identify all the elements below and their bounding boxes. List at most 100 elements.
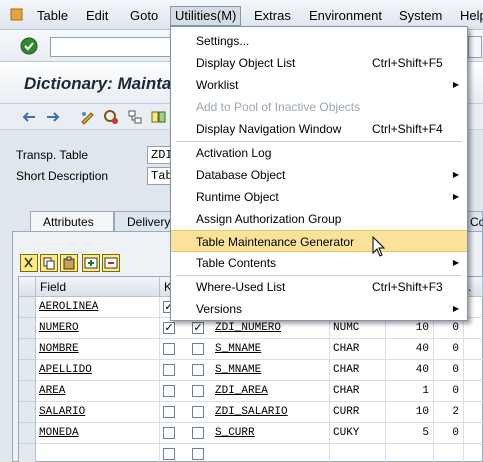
menu-system[interactable]: System: [395, 6, 446, 26]
field-name-cell[interactable]: NOMBRE: [36, 339, 160, 360]
menu-item-where-used-list[interactable]: Where-Used List Ctrl+Shift+F3: [171, 276, 467, 298]
row-selector[interactable]: [19, 297, 36, 318]
menu-table[interactable]: Table: [33, 6, 72, 26]
row-selector[interactable]: [19, 360, 36, 381]
menu-item-activation-log[interactable]: Activation Log: [171, 142, 467, 164]
key-checkbox[interactable]: [163, 448, 175, 460]
paste-row-icon[interactable]: [60, 254, 78, 272]
length-cell[interactable]: 40: [386, 339, 434, 360]
data-element-cell[interactable]: S_MNAME: [212, 339, 330, 360]
key-checkbox[interactable]: [163, 385, 175, 397]
field-name-cell[interactable]: NUMERO: [36, 318, 160, 339]
length-cell-text: 1: [422, 385, 429, 397]
data-type-cell[interactable]: CHAR: [330, 381, 386, 402]
initial-values-checkbox[interactable]: ✓: [192, 322, 204, 334]
key-checkbox[interactable]: [163, 343, 175, 355]
menu-goto[interactable]: Goto: [126, 6, 162, 26]
row-selector[interactable]: [19, 444, 36, 462]
decimals-cell[interactable]: 0: [434, 423, 464, 444]
row-selector[interactable]: [19, 339, 36, 360]
length-cell[interactable]: 40: [386, 360, 434, 381]
forward-arrow-icon[interactable]: [44, 108, 62, 126]
menu-item-worklist[interactable]: Worklist ▶: [171, 74, 467, 96]
length-cell[interactable]: 10: [386, 402, 434, 423]
length-cell[interactable]: 10: [386, 318, 434, 339]
enter-check-icon[interactable]: [18, 35, 40, 57]
menu-item-assign-authorization-group[interactable]: Assign Authorization Group: [171, 208, 467, 230]
key-checkbox[interactable]: ✓: [163, 322, 175, 334]
toolbar-right-button[interactable]: [468, 36, 482, 58]
data-type-cell[interactable]: [330, 444, 386, 462]
window-menu-icon[interactable]: [0, 0, 30, 30]
insert-row-icon[interactable]: [82, 254, 100, 272]
initial-values-checkbox[interactable]: [192, 364, 204, 376]
change-display-icon[interactable]: [78, 108, 96, 126]
data-type-cell[interactable]: CURR: [330, 402, 386, 423]
decimals-cell[interactable]: 0: [434, 339, 464, 360]
data-element-cell[interactable]: [212, 444, 330, 462]
initial-values-checkbox[interactable]: [192, 343, 204, 355]
field-name-cell[interactable]: AEROLINEA: [36, 297, 160, 318]
length-cell[interactable]: 1: [386, 381, 434, 402]
data-element-cell[interactable]: ZDI_NUMERO: [212, 318, 330, 339]
data-type-cell[interactable]: CUKY: [330, 423, 386, 444]
initial-values-checkbox[interactable]: [192, 448, 204, 460]
field-name-cell[interactable]: AREA: [36, 381, 160, 402]
menu-item-versions[interactable]: Versions ▶: [171, 298, 467, 320]
data-element-cell[interactable]: ZDI_SALARIO: [212, 402, 330, 423]
length-cell[interactable]: [386, 444, 434, 462]
menu-item-display-object-list[interactable]: Display Object List Ctrl+Shift+F5: [171, 52, 467, 74]
field-name-cell[interactable]: APELLIDO: [36, 360, 160, 381]
activate-icon[interactable]: [102, 108, 120, 126]
data-element-cell[interactable]: S_CURR: [212, 423, 330, 444]
row-selector[interactable]: [19, 402, 36, 423]
row-selector[interactable]: [19, 423, 36, 444]
select-all-header[interactable]: [19, 277, 36, 297]
data-element-cell[interactable]: S_MNAME: [212, 360, 330, 381]
menu-help[interactable]: Help: [456, 6, 483, 26]
cut-row-icon[interactable]: [20, 254, 38, 272]
back-arrow-icon[interactable]: [20, 108, 38, 126]
tab-attributes[interactable]: Attributes: [30, 211, 114, 231]
where-used-icon[interactable]: [150, 108, 168, 126]
decimals-cell[interactable]: 0: [434, 381, 464, 402]
menu-item-runtime-object[interactable]: Runtime Object ▶: [171, 186, 467, 208]
menu-item-display-navigation-window[interactable]: Display Navigation Window Ctrl+Shift+F4: [171, 118, 467, 140]
menu-utilities[interactable]: Utilities(M): [170, 6, 242, 26]
delete-row-icon[interactable]: [102, 254, 120, 272]
field-name-cell[interactable]: SALARIO: [36, 402, 160, 423]
key-checkbox[interactable]: [163, 364, 175, 376]
row-selector[interactable]: [19, 318, 36, 339]
initial-values-checkbox[interactable]: [192, 406, 204, 418]
row-selector[interactable]: [19, 381, 36, 402]
menu-edit[interactable]: Edit: [82, 6, 112, 26]
menu-environment[interactable]: Environment: [305, 6, 386, 26]
field-column-header[interactable]: Field: [36, 277, 160, 297]
decimals-cell[interactable]: 0: [434, 360, 464, 381]
menu-item-database-object[interactable]: Database Object ▶: [171, 164, 467, 186]
data-element-cell[interactable]: ZDI_AREA: [212, 381, 330, 402]
initial-values-checkbox[interactable]: [192, 427, 204, 439]
copy-row-icon[interactable]: [40, 254, 58, 272]
key-checkbox[interactable]: [163, 427, 175, 439]
menu-item-table-contents[interactable]: Table Contents ▶: [171, 252, 467, 274]
data-type-cell[interactable]: CHAR: [330, 360, 386, 381]
command-field[interactable]: [50, 37, 175, 57]
decimals-cell[interactable]: 0: [434, 318, 464, 339]
hierarchy-icon[interactable]: [126, 108, 144, 126]
decimals-cell[interactable]: [434, 444, 464, 462]
length-cell[interactable]: 5: [386, 423, 434, 444]
field-name-cell[interactable]: [36, 444, 160, 462]
data-type-cell[interactable]: NUMC: [330, 318, 386, 339]
decimals-cell[interactable]: 2: [434, 402, 464, 423]
field-name-cell[interactable]: MONEDA: [36, 423, 160, 444]
menu-item-add-to-pool: Add to Pool of Inactive Objects: [171, 96, 467, 118]
tab-delivery[interactable]: Delivery: [114, 211, 174, 231]
menu-item-settings[interactable]: Settings...: [171, 30, 467, 52]
key-checkbox[interactable]: [163, 406, 175, 418]
menu-item-table-maintenance-generator[interactable]: Table Maintenance Generator: [171, 230, 467, 252]
tab-overflow[interactable]: Co: [466, 211, 483, 231]
data-type-cell[interactable]: CHAR: [330, 339, 386, 360]
initial-values-checkbox[interactable]: [192, 385, 204, 397]
menu-extras[interactable]: Extras: [250, 6, 295, 26]
